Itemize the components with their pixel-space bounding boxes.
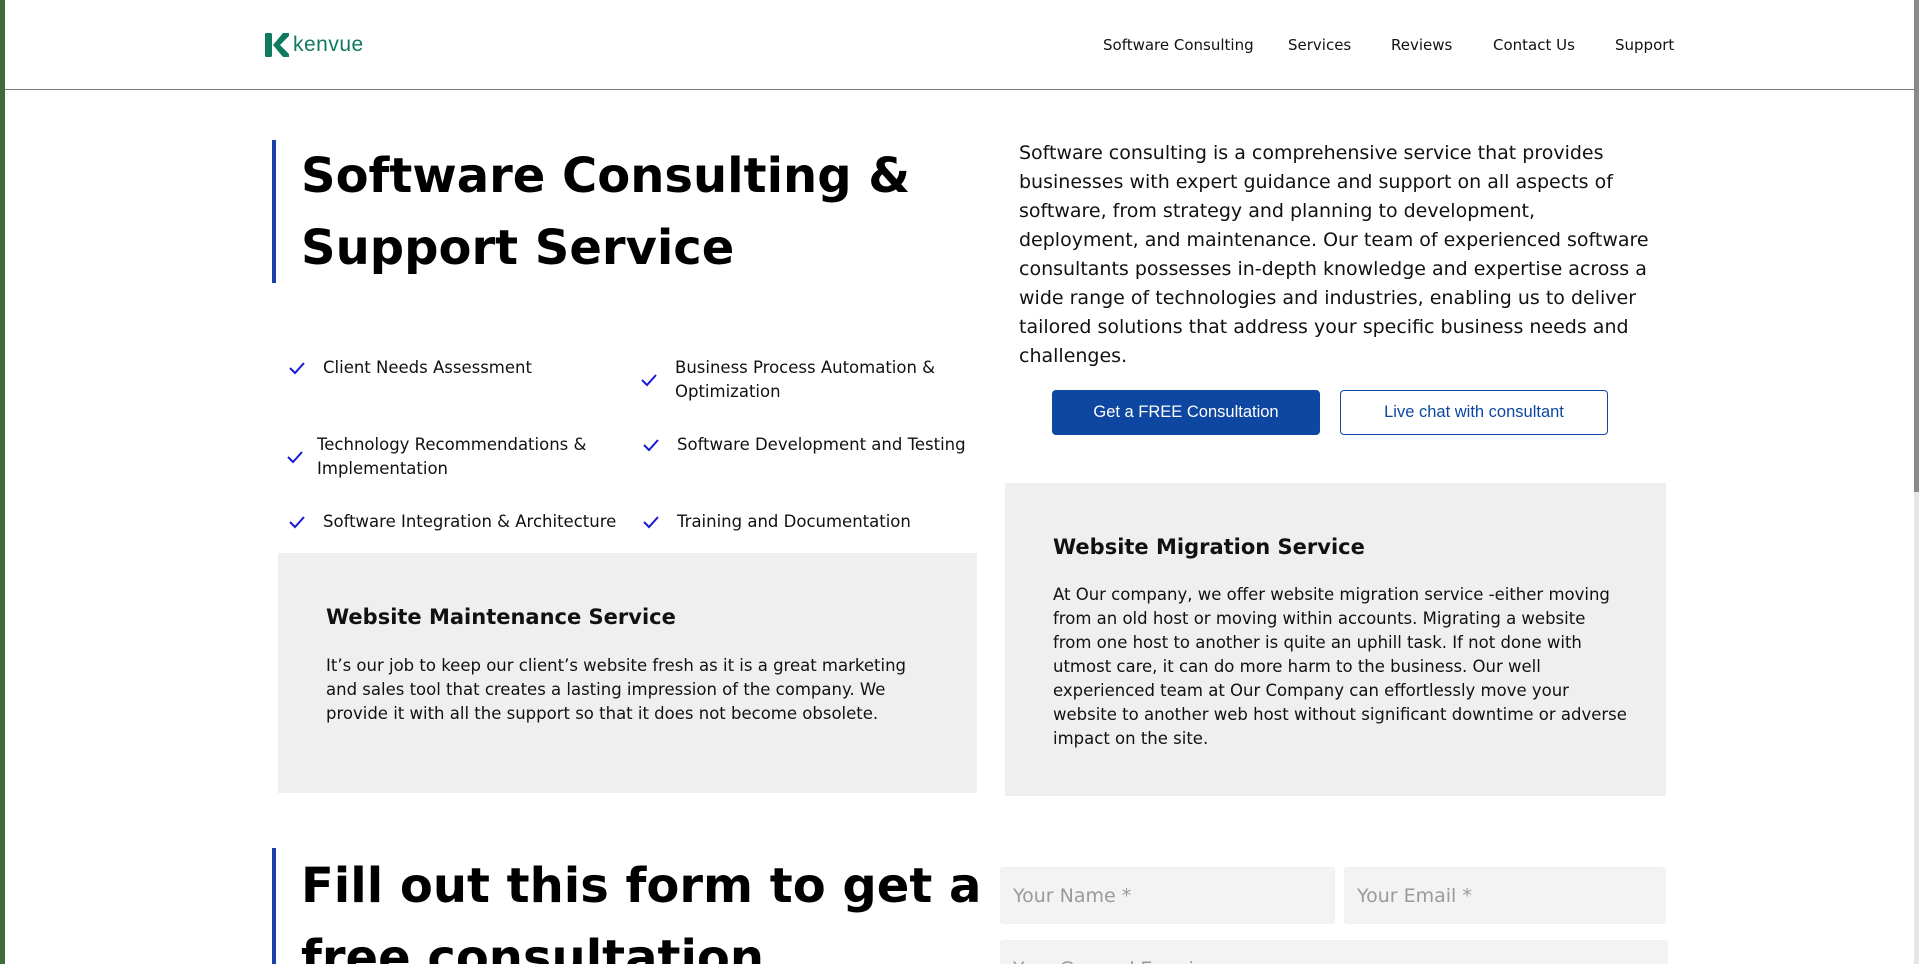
nav-services[interactable]: Services [1288, 36, 1351, 54]
migration-card-title: Website Migration Service [1053, 535, 1365, 559]
maintenance-card: Website Maintenance Service It’s our job… [278, 553, 977, 793]
hero-accent-bar [272, 140, 276, 283]
maintenance-card-title: Website Maintenance Service [326, 605, 676, 629]
free-consultation-button[interactable]: Get a FREE Consultation [1052, 390, 1320, 435]
checkmark-icon [289, 362, 305, 375]
maintenance-card-body: It’s our job to keep our client’s websit… [326, 656, 907, 723]
feature-label: Client Needs Assessment [323, 358, 532, 377]
name-input[interactable] [1000, 867, 1335, 924]
nav-software-consulting[interactable]: Software Consulting [1103, 36, 1254, 54]
feature-label: Training and Documentation [677, 512, 911, 531]
hero-title-line-1: Software Consulting & [301, 148, 911, 204]
email-input[interactable] [1344, 867, 1666, 924]
feature-item: Training and Documentation [641, 510, 971, 534]
scrollbar-thumb[interactable] [1914, 0, 1919, 492]
hero-title: Software Consulting & Support Service [301, 140, 941, 284]
feature-label: Software Integration & Architecture [323, 512, 617, 531]
checkmark-icon [289, 516, 305, 529]
feature-item: Software Development and Testing [641, 433, 971, 457]
form-title-line-1: Fill out this form to get a [301, 858, 982, 914]
feature-item: Business Process Automation & Optimizati… [639, 356, 969, 404]
feature-label: Business Process Automation & Optimizati… [675, 358, 936, 401]
hero-title-line-2: Support Service [301, 220, 735, 276]
feature-label: Technology Recommendations & Implementat… [317, 435, 587, 478]
enquiry-input[interactable] [1000, 940, 1668, 964]
feature-item: Technology Recommendations & Implementat… [285, 433, 615, 481]
site-header: kenvue Software Consulting Services Revi… [5, 0, 1914, 90]
feature-label: Software Development and Testing [677, 435, 966, 454]
page-scrollbar[interactable] [1914, 0, 1919, 964]
checkmark-icon [641, 374, 657, 387]
form-title: Fill out this form to get a free consult… [301, 850, 1001, 964]
migration-card: Website Migration Service At Our company… [1005, 483, 1666, 796]
page: kenvue Software Consulting Services Revi… [5, 0, 1914, 964]
form-title-line-2: free consultation [301, 930, 765, 964]
nav-support[interactable]: Support [1615, 36, 1674, 54]
checkmark-icon [643, 516, 659, 529]
checkmark-icon [287, 451, 303, 464]
intro-paragraph: Software consulting is a comprehensive s… [1019, 142, 1649, 367]
nav-reviews[interactable]: Reviews [1391, 36, 1452, 54]
feature-item: Client Needs Assessment [287, 356, 607, 380]
checkmark-icon [643, 439, 659, 452]
main-nav: Software Consulting Services Reviews Con… [5, 36, 1914, 58]
nav-contact-us[interactable]: Contact Us [1493, 36, 1575, 54]
live-chat-button[interactable]: Live chat with consultant [1340, 390, 1608, 435]
migration-card-body: At Our company, we offer website migrati… [1053, 585, 1627, 748]
form-accent-bar [272, 848, 276, 964]
feature-item: Software Integration & Architecture [287, 510, 627, 534]
